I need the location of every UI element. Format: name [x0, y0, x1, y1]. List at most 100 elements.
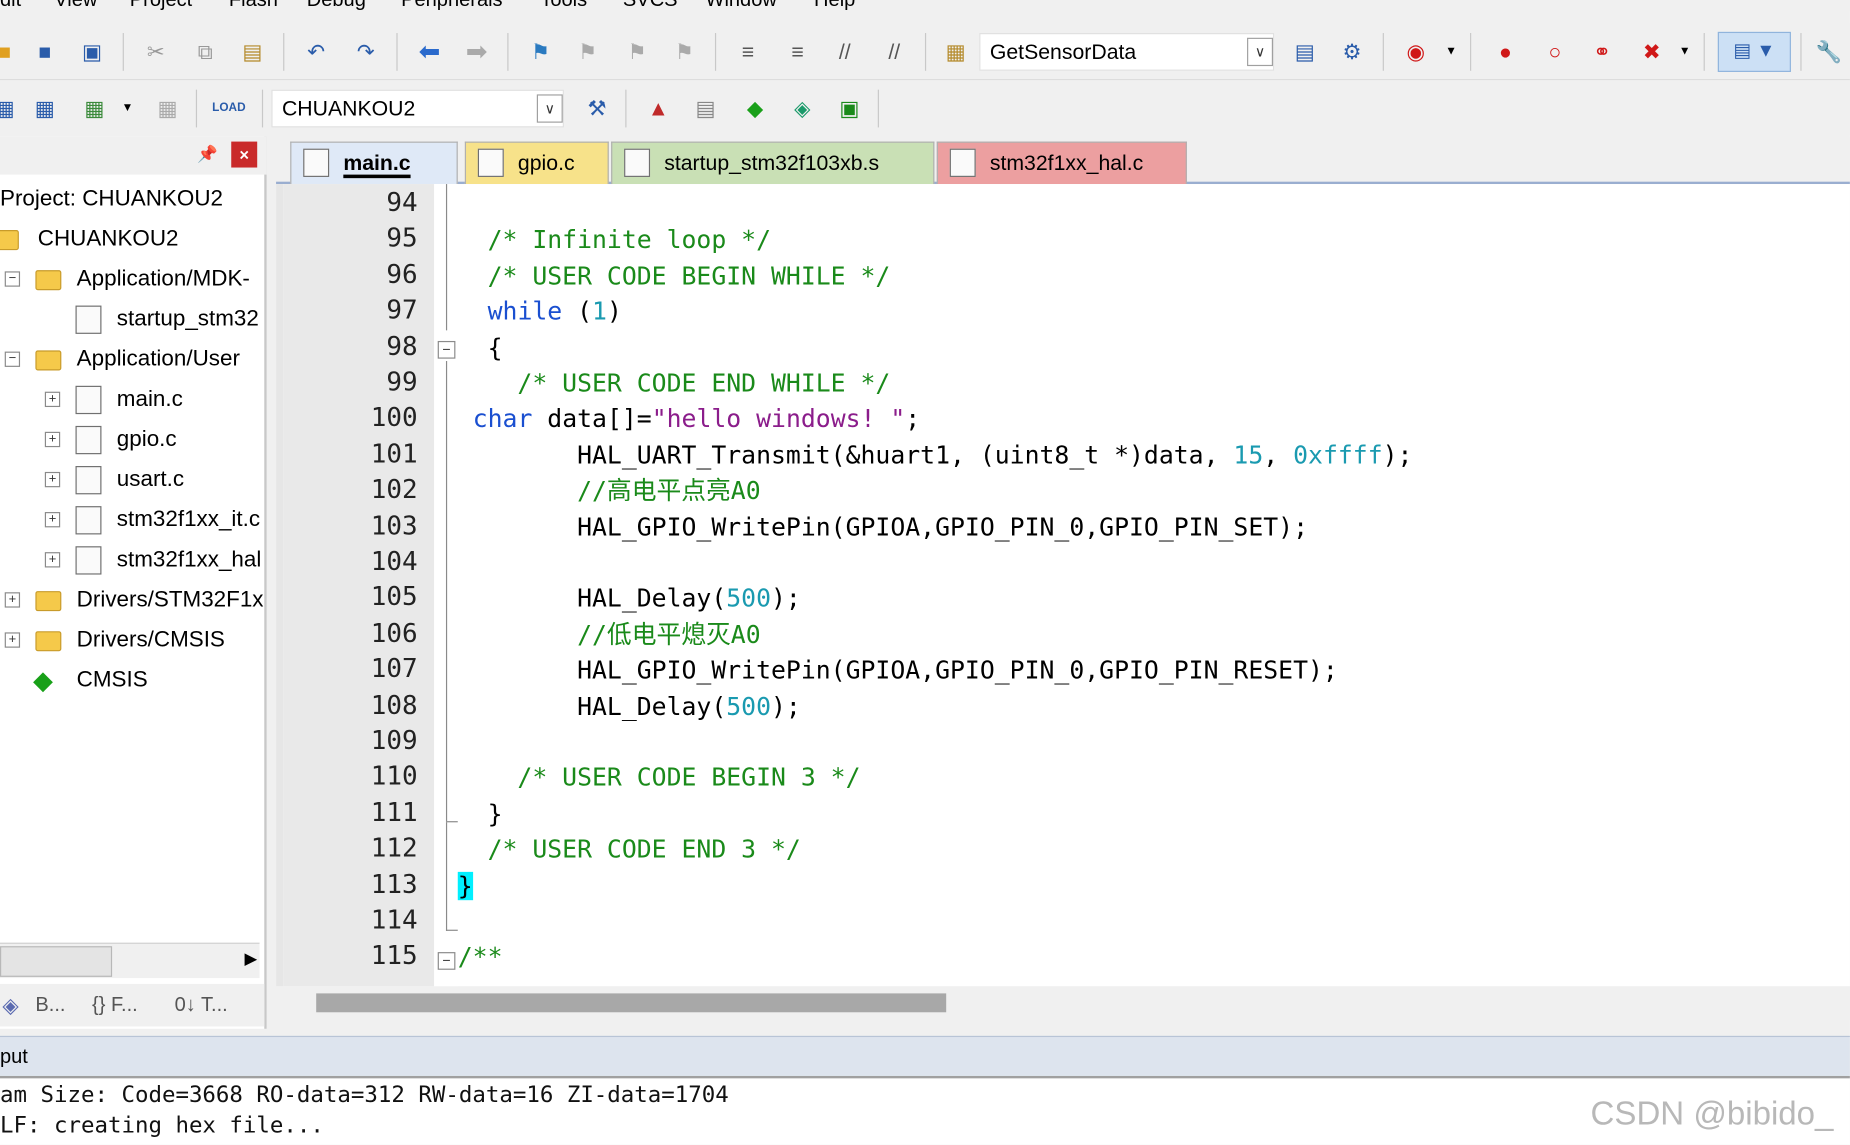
translate-icon[interactable]: ▦	[0, 94, 19, 122]
download-icon[interactable]: LOAD	[212, 94, 245, 122]
project-horizontal-scrollbar[interactable]: ▶	[0, 942, 260, 979]
code-token: /* USER CODE END 3 */	[457, 835, 801, 864]
manage-project-items-icon[interactable]: ▲	[644, 94, 672, 122]
code-token: ;	[905, 405, 921, 434]
chevron-down-icon[interactable]: ▼	[113, 94, 141, 122]
incremental-find-icon[interactable]: ⚙	[1338, 38, 1366, 66]
copy-icon[interactable]: ⧉	[191, 38, 219, 66]
cut-icon[interactable]: ✂	[142, 38, 170, 66]
chevron-down-icon[interactable]: ∨	[536, 94, 563, 123]
comment-icon[interactable]: //	[831, 38, 859, 66]
code-token: HAL_GPIO_WritePin(GPIOA,GPIO_PIN_0,GPIO_…	[457, 512, 1308, 542]
bookmark-next-icon[interactable]: ⚑	[623, 38, 651, 66]
menu-svcs[interactable]: SVCS	[623, 0, 678, 12]
tree-item-stm32f1xx-it-c[interactable]: + stm32f1xx_it.c	[0, 503, 264, 538]
expand-icon[interactable]: +	[44, 391, 61, 408]
menu-tools[interactable]: Tools	[540, 0, 587, 12]
tree-item-application-user[interactable]: − Application/User	[0, 342, 264, 377]
find-in-files-icon[interactable]: ▦	[941, 38, 969, 66]
tab-templates[interactable]: 0↓ T...	[175, 993, 228, 1017]
manage-multi-project-icon[interactable]: ▤	[691, 94, 719, 122]
tab-functions[interactable]: {} F...	[92, 993, 138, 1017]
build-icon[interactable]: ▦	[31, 94, 59, 122]
open-file-icon[interactable]: ■	[0, 38, 19, 66]
expand-icon[interactable]: +	[44, 471, 61, 488]
menu-peripherals[interactable]: Peripherals	[401, 0, 502, 12]
navigate-forward-icon[interactable]: ➡	[462, 37, 490, 66]
scrollbar-thumb[interactable]	[0, 946, 113, 977]
menu-project[interactable]: Project	[130, 0, 192, 12]
chevron-down-icon[interactable]: ▼	[1671, 38, 1699, 66]
expand-icon[interactable]: +	[44, 512, 61, 528]
pack-installer-icon[interactable]: ▣	[835, 94, 863, 122]
rebuild-icon[interactable]: ▦	[80, 94, 108, 122]
breakpoint-insert-icon[interactable]: ●	[1491, 38, 1519, 66]
editor-horizontal-scrollbar[interactable]	[276, 986, 1850, 1020]
unindent-icon[interactable]: ≡	[783, 38, 811, 66]
menu-help[interactable]: Help	[814, 0, 855, 12]
select-software-packs-icon[interactable]: ◈	[788, 94, 816, 122]
menu-view[interactable]: View	[54, 0, 97, 12]
redo-icon[interactable]: ↷	[352, 38, 380, 66]
target-options-icon[interactable]: ⚒	[583, 94, 611, 122]
collapse-icon[interactable]: −	[4, 271, 21, 287]
manage-run-time-environment-icon[interactable]: ◆	[741, 94, 769, 122]
fold-collapse-icon[interactable]: −	[437, 952, 456, 970]
save-icon[interactable]: ■	[31, 38, 59, 66]
pin-icon[interactable]: 📌	[196, 144, 220, 168]
scrollbar-thumb[interactable]	[316, 993, 947, 1013]
tab-stm32f1xx-hal-c[interactable]: stm32f1xx_hal.c	[936, 141, 1187, 185]
close-icon[interactable]: ×	[231, 141, 258, 168]
tree-item-label: CMSIS	[76, 667, 148, 693]
build-output-panel[interactable]: am Size: Code=3668 RO-data=312 RW-data=1…	[0, 1075, 1850, 1145]
menu-window[interactable]: Window	[706, 0, 777, 12]
navigate-back-icon[interactable]: ⬅	[415, 37, 443, 66]
paste-icon[interactable]: ▤	[238, 38, 266, 66]
expand-icon[interactable]: +	[4, 592, 21, 608]
menu-edit[interactable]: dit	[0, 0, 21, 12]
tree-item-drivers-stm32[interactable]: + Drivers/STM32F1x	[0, 583, 264, 618]
bookmark-clear-icon[interactable]: ⚑	[670, 38, 698, 66]
function-combo[interactable]: GetSensorData ∨	[979, 33, 1275, 71]
tab-main-c[interactable]: main.c	[290, 141, 458, 185]
tab-gpio-c[interactable]: gpio.c	[464, 141, 609, 185]
debug-start-icon[interactable]: ◉	[1402, 38, 1430, 66]
chevron-down-icon[interactable]: ∨	[1247, 37, 1274, 67]
expand-icon[interactable]: +	[4, 632, 21, 648]
undo-icon[interactable]: ↶	[302, 38, 330, 66]
tree-item-stm32f1xx-hal[interactable]: + stm32f1xx_hal	[0, 543, 264, 578]
target-combo[interactable]: CHUANKOU2 ∨	[271, 89, 564, 128]
chevron-down-icon[interactable]: ▼	[1437, 38, 1465, 66]
bookmark-insert-icon[interactable]: ⚑	[526, 38, 554, 66]
breakpoint-kill-all-icon[interactable]: ✖	[1638, 38, 1666, 66]
stop-build-icon[interactable]: ▦	[153, 94, 181, 122]
find-icon[interactable]: ▤	[1291, 38, 1319, 66]
scroll-right-icon[interactable]: ▶	[244, 949, 257, 969]
tab-startup[interactable]: startup_stm32f103xb.s	[611, 141, 935, 185]
tree-item-cmsis[interactable]: ◆ CMSIS	[0, 663, 264, 698]
tree-item-main-c[interactable]: + main.c	[0, 382, 264, 417]
bookmark-prev-icon[interactable]: ⚑	[573, 38, 601, 66]
save-all-icon[interactable]: ▣	[78, 38, 106, 66]
tree-item-application-mdk[interactable]: − Application/MDK-	[0, 262, 264, 297]
tree-item-usart-c[interactable]: + usart.c	[0, 462, 264, 497]
window-layout-icon[interactable]: ▤ ▼	[1717, 31, 1791, 72]
indent-icon[interactable]: ≡	[734, 38, 762, 66]
line-number: 98	[386, 332, 418, 362]
tab-books[interactable]: B...	[35, 993, 65, 1017]
menu-debug[interactable]: Debug	[307, 0, 366, 12]
code-editor[interactable]: 94 95 96 97 98 99 100 101 102 103 104 105 106 107 108 1…	[276, 184, 1850, 987]
expand-icon[interactable]: +	[44, 431, 61, 448]
collapse-icon[interactable]: −	[4, 351, 21, 367]
tree-item-startup[interactable]: startup_stm32	[0, 302, 264, 337]
tree-item-gpio-c[interactable]: + gpio.c	[0, 422, 264, 457]
configure-icon[interactable]: 🔧	[1815, 38, 1843, 66]
expand-icon[interactable]: +	[44, 552, 61, 568]
breakpoint-enable-icon[interactable]: ○	[1541, 38, 1569, 66]
fold-collapse-icon[interactable]: −	[437, 340, 456, 359]
uncomment-icon[interactable]: //	[880, 38, 908, 66]
breakpoint-disable-all-icon[interactable]: ⚭	[1588, 38, 1616, 66]
project-root[interactable]: Project: CHUANKOU2	[0, 182, 223, 217]
menu-flash[interactable]: Flash	[229, 0, 278, 12]
tree-item-drivers-cmsis[interactable]: + Drivers/CMSIS	[0, 623, 264, 658]
